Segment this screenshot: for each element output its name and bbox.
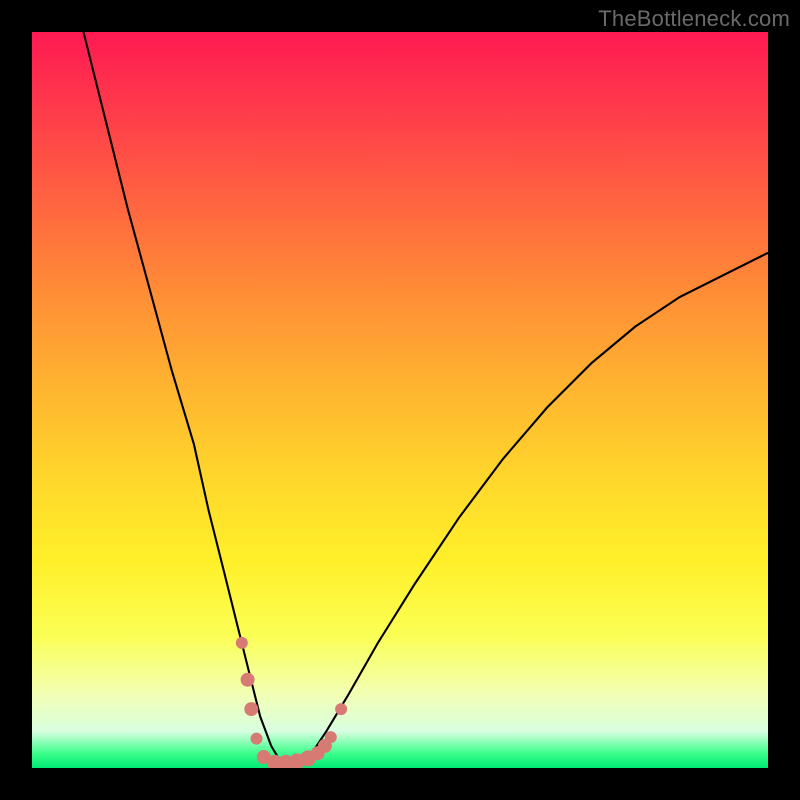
bottleneck-curve bbox=[84, 32, 769, 764]
marker-dot bbox=[236, 637, 248, 649]
marker-dot bbox=[325, 731, 337, 743]
marker-dot bbox=[244, 702, 258, 716]
plot-area bbox=[32, 32, 768, 768]
marker-group bbox=[236, 637, 347, 768]
marker-dot bbox=[335, 703, 347, 715]
marker-dot bbox=[241, 673, 255, 687]
chart-svg bbox=[32, 32, 768, 768]
outer-frame: TheBottleneck.com bbox=[0, 0, 800, 800]
watermark-text: TheBottleneck.com bbox=[598, 6, 790, 32]
marker-dot bbox=[251, 733, 263, 745]
